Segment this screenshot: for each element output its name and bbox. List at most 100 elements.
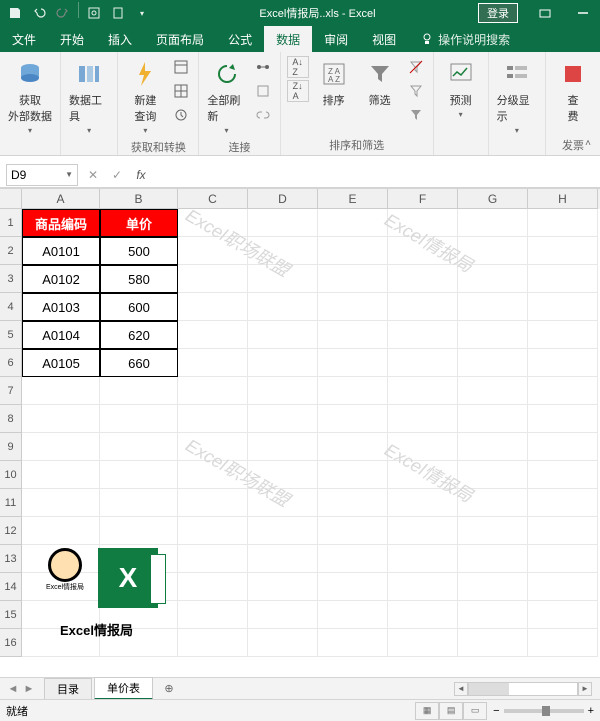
cell[interactable] xyxy=(318,517,388,545)
refresh-all-button[interactable]: 全部刷新 ▾ xyxy=(205,56,247,137)
cell[interactable] xyxy=(22,461,100,489)
edit-links-icon[interactable] xyxy=(252,104,274,126)
cell[interactable] xyxy=(458,433,528,461)
cell[interactable] xyxy=(318,209,388,237)
cell[interactable] xyxy=(458,545,528,573)
cell[interactable] xyxy=(178,433,248,461)
cell[interactable] xyxy=(178,517,248,545)
cell[interactable] xyxy=(22,489,100,517)
tell-me[interactable]: 操作说明搜索 xyxy=(408,26,522,52)
cell[interactable] xyxy=(458,573,528,601)
tab-review[interactable]: 审阅 xyxy=(312,26,360,52)
cell[interactable] xyxy=(248,573,318,601)
forecast-button[interactable]: 预测 ▾ xyxy=(440,56,482,121)
row-header[interactable]: 10 xyxy=(0,461,22,489)
cell[interactable] xyxy=(458,377,528,405)
sheet-nav[interactable]: ◄► xyxy=(0,683,42,695)
cell[interactable] xyxy=(100,461,178,489)
row-header[interactable]: 3 xyxy=(0,265,22,293)
cell[interactable] xyxy=(388,461,458,489)
cell[interactable] xyxy=(178,545,248,573)
cell[interactable] xyxy=(528,265,598,293)
cell[interactable] xyxy=(458,601,528,629)
cell[interactable] xyxy=(528,545,598,573)
connections-icon[interactable] xyxy=(252,56,274,78)
data-tools-button[interactable]: 数据工具 ▾ xyxy=(67,56,111,137)
filter-button[interactable]: 筛选 xyxy=(359,56,401,110)
ribbon-options-icon[interactable] xyxy=(528,0,562,26)
cell[interactable] xyxy=(22,433,100,461)
cell[interactable] xyxy=(528,517,598,545)
show-queries-icon[interactable] xyxy=(170,56,192,78)
tab-file[interactable]: 文件 xyxy=(0,26,48,52)
row-header[interactable]: 6 xyxy=(0,349,22,377)
cell[interactable]: A0105 xyxy=(22,349,100,377)
cell[interactable] xyxy=(318,489,388,517)
row-header[interactable]: 14 xyxy=(0,573,22,601)
undo-icon[interactable] xyxy=(28,2,50,24)
cell[interactable] xyxy=(248,377,318,405)
cell[interactable]: 单价 xyxy=(100,209,178,237)
cell[interactable] xyxy=(388,349,458,377)
cell[interactable] xyxy=(388,489,458,517)
cell[interactable] xyxy=(100,405,178,433)
cell[interactable] xyxy=(388,405,458,433)
cell[interactable] xyxy=(178,321,248,349)
cell[interactable] xyxy=(528,209,598,237)
cell[interactable] xyxy=(388,237,458,265)
tab-layout[interactable]: 页面布局 xyxy=(144,26,216,52)
cell[interactable] xyxy=(100,517,178,545)
col-header[interactable]: D xyxy=(248,189,318,209)
cell[interactable] xyxy=(178,573,248,601)
cell[interactable] xyxy=(388,209,458,237)
cell[interactable] xyxy=(458,349,528,377)
cell[interactable] xyxy=(458,517,528,545)
tab-view[interactable]: 视图 xyxy=(360,26,408,52)
cell[interactable]: 商品编码 xyxy=(22,209,100,237)
sort-asc-icon[interactable]: A↓Z xyxy=(287,56,309,78)
normal-view-icon[interactable]: ▦ xyxy=(415,702,439,720)
cell[interactable] xyxy=(528,573,598,601)
cell[interactable] xyxy=(22,517,100,545)
new-query-button[interactable]: 新建 查询 ▾ xyxy=(124,56,166,137)
row-header[interactable]: 13 xyxy=(0,545,22,573)
sheet-tab[interactable]: 目录 xyxy=(44,678,92,699)
cell[interactable] xyxy=(388,517,458,545)
cell[interactable] xyxy=(178,489,248,517)
sort-desc-icon[interactable]: Z↓A xyxy=(287,80,309,102)
cell[interactable] xyxy=(248,517,318,545)
cell[interactable]: 600 xyxy=(100,293,178,321)
cell[interactable] xyxy=(318,573,388,601)
save-icon[interactable] xyxy=(4,2,26,24)
redo-icon[interactable] xyxy=(52,2,74,24)
cell[interactable] xyxy=(318,433,388,461)
sheet-tab-active[interactable]: 单价表 xyxy=(94,677,153,700)
get-external-data-button[interactable]: 获取 外部数据 ▾ xyxy=(6,56,54,137)
col-header[interactable]: H xyxy=(528,189,598,209)
cancel-formula-icon[interactable]: ✕ xyxy=(82,164,104,186)
scroll-right-icon[interactable]: ► xyxy=(578,682,592,696)
from-table-icon[interactable] xyxy=(170,80,192,102)
cell[interactable] xyxy=(178,461,248,489)
invoice-button[interactable]: 查 费 xyxy=(552,56,594,126)
advanced-filter-icon[interactable] xyxy=(405,104,427,126)
row-header[interactable]: 7 xyxy=(0,377,22,405)
cell[interactable] xyxy=(248,293,318,321)
login-button[interactable]: 登录 xyxy=(478,3,518,23)
cell[interactable] xyxy=(100,433,178,461)
recent-sources-icon[interactable] xyxy=(170,104,192,126)
cell[interactable] xyxy=(248,237,318,265)
cell[interactable] xyxy=(318,601,388,629)
reapply-icon[interactable] xyxy=(405,80,427,102)
cell[interactable] xyxy=(178,209,248,237)
cell[interactable] xyxy=(318,237,388,265)
cell[interactable]: 500 xyxy=(100,237,178,265)
cell[interactable] xyxy=(248,209,318,237)
cell[interactable] xyxy=(248,461,318,489)
cell[interactable] xyxy=(528,405,598,433)
cell[interactable]: 620 xyxy=(100,321,178,349)
col-header[interactable]: G xyxy=(458,189,528,209)
cell[interactable] xyxy=(248,545,318,573)
cell[interactable] xyxy=(178,405,248,433)
cell[interactable] xyxy=(388,321,458,349)
